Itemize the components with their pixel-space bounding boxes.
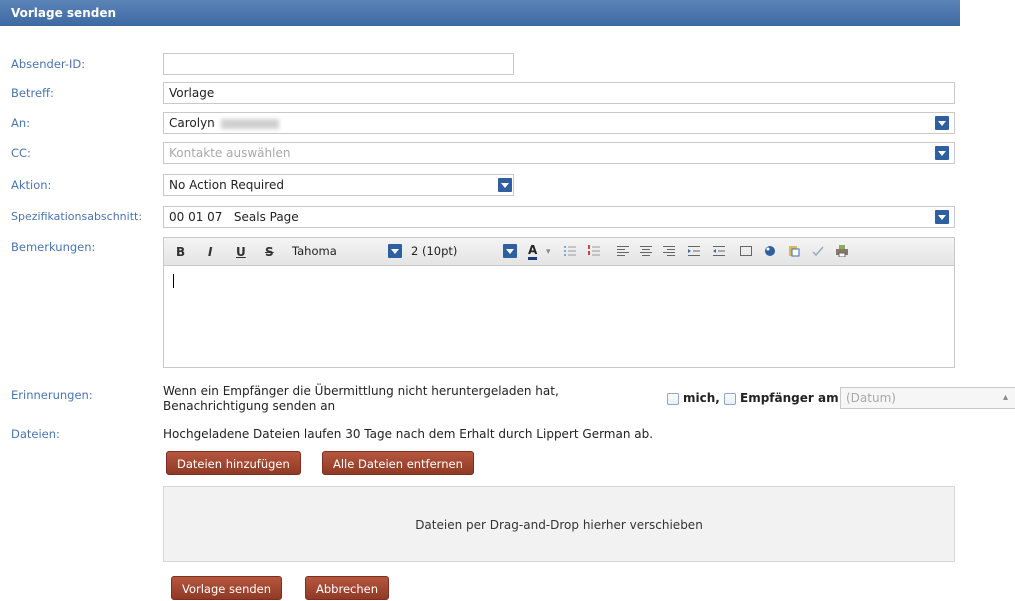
- chevron-down-icon[interactable]: [498, 178, 512, 192]
- cc-input[interactable]: [169, 143, 909, 163]
- sender-id-label: Absender-ID:: [11, 57, 86, 71]
- remarks-label: Bemerkungen:: [11, 240, 96, 254]
- numbered-list-icon[interactable]: [588, 245, 600, 257]
- font-family-value: Tahoma: [292, 244, 337, 258]
- strikethrough-icon[interactable]: S: [265, 244, 274, 260]
- chevron-down-icon[interactable]: [503, 244, 517, 258]
- remove-all-files-button[interactable]: Alle Dateien entfernen: [322, 451, 474, 475]
- remind-recipient-checkbox[interactable]: [724, 393, 736, 405]
- reminders-text-line1: Wenn ein Empfänger die Übermittlung nich…: [163, 384, 559, 398]
- files-info: Hochgeladene Dateien laufen 30 Tage nach…: [163, 427, 654, 441]
- subject-field[interactable]: [163, 82, 955, 104]
- redacted-surname: [220, 118, 279, 129]
- chevron-down-icon[interactable]: [388, 244, 402, 258]
- remarks-editor[interactable]: [163, 266, 955, 368]
- reminders-label: Erinnerungen:: [11, 388, 93, 402]
- action-label: Aktion:: [11, 178, 52, 192]
- files-label: Dateien:: [11, 427, 60, 441]
- spec-section-value: 00 01 07 Seals Page: [169, 210, 299, 224]
- action-value: No Action Required: [169, 178, 284, 192]
- align-left-icon[interactable]: [617, 245, 629, 257]
- sender-id-input[interactable]: [169, 54, 513, 74]
- to-value: Carolyn: [169, 116, 215, 130]
- subject-input[interactable]: [169, 83, 954, 103]
- editor-toolbar: B I U S Tahoma 2 (10pt) A ▾: [163, 237, 955, 266]
- remind-recipient-label: Empfänger am: [740, 391, 839, 405]
- font-color-dropdown-icon[interactable]: ▾: [546, 244, 551, 260]
- chevron-down-icon[interactable]: [935, 210, 949, 224]
- font-size-value: 2 (10pt): [411, 244, 458, 258]
- add-files-button[interactable]: Dateien hinzufügen: [166, 451, 301, 475]
- text-caret: [173, 274, 174, 288]
- spec-section-label: Spezifikationsabschnitt:: [11, 210, 143, 223]
- underline-icon[interactable]: U: [236, 244, 246, 260]
- remind-me-label: mich,: [683, 391, 720, 405]
- send-template-button[interactable]: Vorlage senden: [171, 576, 283, 600]
- indent-icon[interactable]: [688, 245, 700, 257]
- chevron-down-icon[interactable]: [935, 146, 949, 160]
- link-icon[interactable]: [764, 245, 776, 257]
- paste-icon[interactable]: [788, 245, 800, 257]
- dialog-title: Vorlage senden: [0, 0, 960, 26]
- cc-select[interactable]: [163, 142, 955, 164]
- spec-section-select[interactable]: 00 01 07 Seals Page: [163, 206, 955, 228]
- sender-id-field[interactable]: [163, 53, 514, 75]
- action-select[interactable]: No Action Required: [163, 174, 514, 196]
- outdent-icon[interactable]: [713, 245, 725, 257]
- font-size-select[interactable]: 2 (10pt): [407, 242, 519, 261]
- reminders-text-line2: Benachrichtigung senden an: [163, 399, 336, 413]
- bulleted-list-icon[interactable]: [564, 245, 576, 257]
- align-center-icon[interactable]: [640, 245, 652, 257]
- reminder-date-field[interactable]: ▴: [840, 387, 1015, 409]
- to-label: An:: [11, 116, 31, 130]
- remind-me-checkbox[interactable]: [667, 393, 679, 405]
- date-spinner-icon[interactable]: ▴: [1003, 388, 1008, 408]
- print-icon[interactable]: [836, 245, 848, 257]
- file-dropzone[interactable]: Dateien per Drag-and-Drop hierher versch…: [163, 486, 955, 562]
- spellcheck-icon[interactable]: [812, 245, 824, 257]
- dropzone-text: Dateien per Drag-and-Drop hierher versch…: [415, 518, 703, 532]
- subject-label: Betreff:: [11, 86, 54, 100]
- bold-icon[interactable]: B: [176, 244, 185, 260]
- chevron-down-icon[interactable]: [935, 116, 949, 130]
- cc-label: CC:: [11, 146, 31, 160]
- font-color-icon[interactable]: A: [528, 244, 538, 260]
- to-select[interactable]: Carolyn: [163, 112, 955, 134]
- table-icon[interactable]: [740, 245, 752, 257]
- italic-icon[interactable]: I: [208, 244, 212, 260]
- align-right-icon[interactable]: [663, 245, 675, 257]
- cancel-button[interactable]: Abbrechen: [305, 576, 389, 600]
- font-family-select[interactable]: Tahoma: [288, 242, 406, 261]
- reminder-date-input[interactable]: [846, 388, 996, 408]
